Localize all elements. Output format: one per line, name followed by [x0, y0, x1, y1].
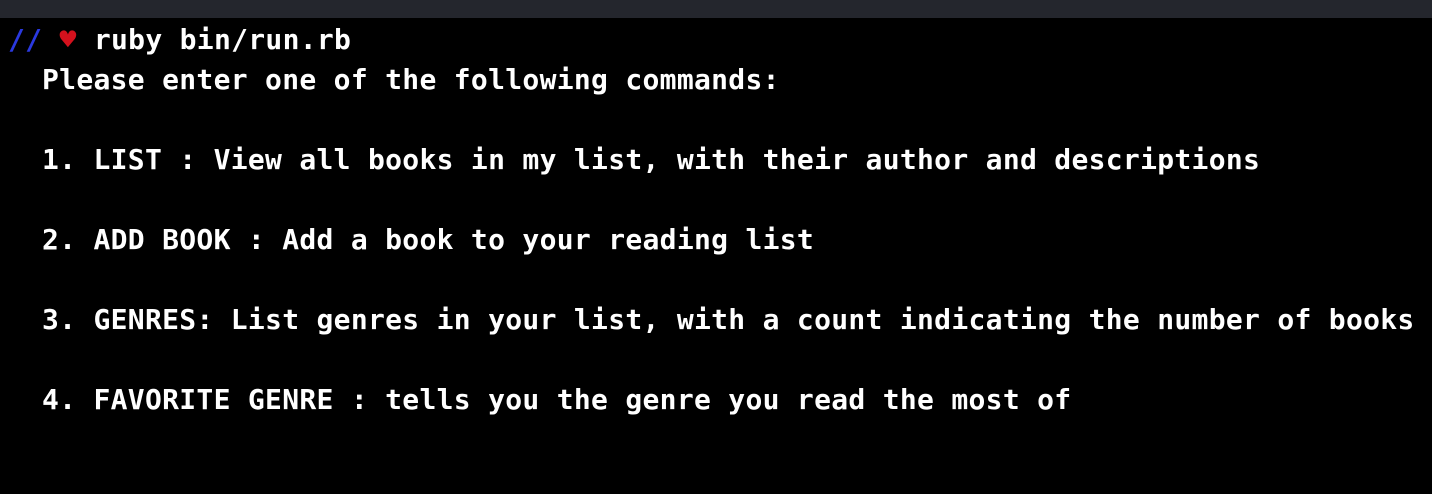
heart-icon: ♥ — [59, 23, 77, 56]
command-item-genres: 3. GENRES: List genres in your list, wit… — [42, 303, 1415, 336]
terminal-output[interactable]: // ♥ ruby bin/run.rb Please enter one of… — [0, 18, 1432, 494]
command-item-add-book: 2. ADD BOOK : Add a book to your reading… — [42, 223, 815, 256]
command-text: ruby bin/run.rb — [93, 23, 352, 56]
intro-text: Please enter one of the following comman… — [42, 63, 780, 96]
prompt-slashes: // — [8, 23, 43, 56]
window-titlebar — [0, 0, 1432, 18]
prompt-line: // ♥ ruby bin/run.rb — [8, 20, 351, 60]
command-item-favorite-genre: 4. FAVORITE GENRE : tells you the genre … — [42, 383, 1072, 416]
command-item-list: 1. LIST : View all books in my list, wit… — [42, 143, 1261, 176]
